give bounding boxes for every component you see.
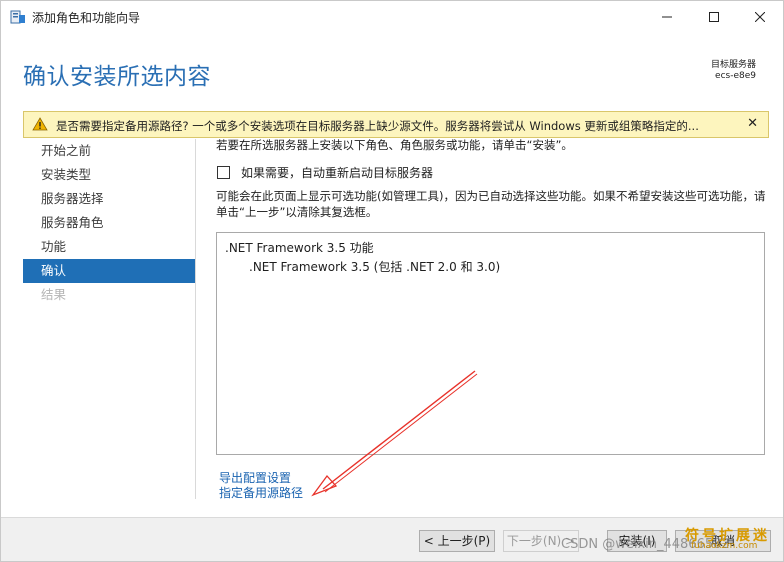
nav-step-server-selection[interactable]: 服务器选择	[23, 187, 195, 211]
warning-message[interactable]: 是否需要指定备用源路径? 一个或多个安装选项在目标服务器上缺少源文件。服务器将尝…	[56, 118, 736, 134]
list-item: .NET Framework 3.5 (包括 .NET 2.0 和 3.0)	[249, 260, 501, 274]
specify-alternate-source-link[interactable]: 指定备用源路径	[219, 484, 303, 501]
previous-button[interactable]: < 上一步(P)	[419, 530, 495, 552]
minimize-icon	[662, 16, 672, 18]
warning-close-icon[interactable]: ✕	[747, 116, 758, 131]
list-item: .NET Framework 3.5 功能	[225, 241, 374, 255]
missing-source-warning-bar[interactable]: 是否需要指定备用源路径? 一个或多个安装选项在目标服务器上缺少源文件。服务器将尝…	[23, 111, 769, 138]
site-url-watermark: fuhaokzm.com	[691, 541, 758, 551]
maximize-icon	[709, 12, 719, 22]
restart-checkbox-label[interactable]: 如果需要，自动重新启动目标服务器	[241, 164, 433, 181]
page-title: 确认安装所选内容	[23, 64, 211, 90]
close-icon	[755, 12, 765, 22]
intro-text: 若要在所选服务器上安装以下角色、角色服务或功能，请单击“安装”。	[216, 138, 573, 152]
warning-triangle-icon	[32, 117, 48, 131]
optional-features-note: 可能会在此页面上显示可选功能(如管理工具)，因为已自动选择这些功能。如果不希望安…	[216, 189, 766, 219]
target-server-label: 目标服务器	[710, 60, 756, 70]
window-title: 添加角色和功能向导	[32, 11, 141, 25]
nav-step-confirmation[interactable]: 确认	[23, 259, 195, 283]
nav-step-server-roles[interactable]: 服务器角色	[23, 211, 195, 235]
close-button[interactable]	[737, 1, 783, 33]
title-bar: 添加角色和功能向导	[1, 1, 783, 33]
nav-step-results: 结果	[41, 287, 67, 302]
wizard-window: 添加角色和功能向导 确认安装所选内容 目标服务器 ecs-e8e9 是否需要指定…	[0, 0, 784, 562]
minimize-button[interactable]	[644, 1, 690, 33]
maximize-button[interactable]	[691, 1, 737, 33]
nav-divider	[195, 139, 196, 499]
wizard-steps-nav: 开始之前 安装类型 服务器选择 服务器角色 功能 确认 结果	[23, 139, 195, 307]
server-manager-icon	[10, 10, 26, 24]
nav-step-before-you-begin[interactable]: 开始之前	[23, 139, 195, 163]
restart-checkbox[interactable]	[217, 166, 230, 179]
nav-step-features[interactable]: 功能	[23, 235, 195, 259]
nav-step-installation-type[interactable]: 安装类型	[23, 163, 195, 187]
annotation-arrow-icon	[311, 370, 478, 497]
target-server-name: ecs-e8e9	[715, 71, 756, 81]
